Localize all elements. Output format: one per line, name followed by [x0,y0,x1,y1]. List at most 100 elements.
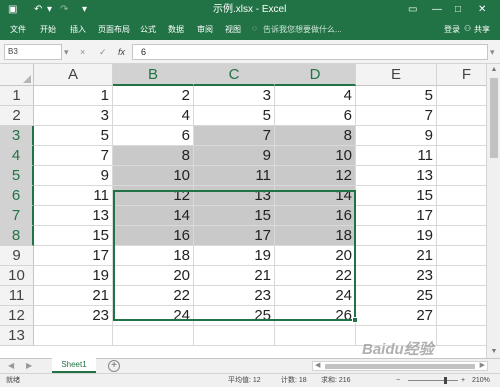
tab-insert[interactable]: 插入 [70,23,86,37]
cell-b7[interactable]: 14 [113,206,194,226]
cell-a10[interactable]: 19 [34,266,113,286]
cell-a11[interactable]: 21 [34,286,113,306]
row-header-8[interactable]: 8 [0,226,34,246]
row-header-11[interactable]: 11 [0,286,34,306]
cell-c3[interactable]: 7 [194,126,275,146]
horizontal-scrollbar[interactable]: ◀ ▶ [312,361,488,371]
share-button[interactable]: 共享 [474,23,490,37]
expand-formula-bar-icon[interactable]: ▾ [490,45,495,59]
cell-b5[interactable]: 10 [113,166,194,186]
fill-handle[interactable] [352,317,358,323]
cell-b13[interactable] [113,326,194,346]
cell-c6[interactable]: 13 [194,186,275,206]
cell-b10[interactable]: 20 [113,266,194,286]
cell-d12[interactable]: 26 [275,306,356,326]
zoom-slider-knob[interactable] [444,377,447,384]
cell-c13[interactable] [194,326,275,346]
column-header-a[interactable]: A [34,64,113,86]
name-box-dropdown-icon[interactable]: ▾ [64,45,69,59]
cell-b8[interactable]: 16 [113,226,194,246]
cell-c4[interactable]: 9 [194,146,275,166]
add-sheet-button[interactable]: + [108,360,120,372]
cell-b1[interactable]: 2 [113,86,194,106]
row-header-2[interactable]: 2 [0,106,34,126]
prev-sheet-icon[interactable]: ◀ [8,359,14,373]
vertical-scrollbar[interactable]: ▲ ▼ [486,64,500,358]
insert-function-icon[interactable]: fx [118,45,125,59]
ribbon-display-options-icon[interactable]: ▭ [408,3,417,17]
name-box[interactable]: B3 [4,44,62,60]
cell-a5[interactable]: 9 [34,166,113,186]
cell-b9[interactable]: 18 [113,246,194,266]
tab-home[interactable]: 开始 [40,23,56,37]
cell-c9[interactable]: 19 [194,246,275,266]
scroll-right-icon[interactable]: ▶ [480,360,485,372]
tab-data[interactable]: 数据 [168,23,184,37]
cell-e10[interactable]: 23 [356,266,437,286]
cell-d7[interactable]: 16 [275,206,356,226]
cell-c10[interactable]: 21 [194,266,275,286]
row-header-6[interactable]: 6 [0,186,34,206]
cell-e3[interactable]: 9 [356,126,437,146]
tab-review[interactable]: 审阅 [197,23,213,37]
column-header-b[interactable]: B [113,64,194,86]
column-header-d[interactable]: D [275,64,356,86]
column-header-c[interactable]: C [194,64,275,86]
cell-c1[interactable]: 3 [194,86,275,106]
cell-c12[interactable]: 25 [194,306,275,326]
scroll-left-icon[interactable]: ◀ [315,360,320,372]
cell-a3[interactable]: 5 [34,126,113,146]
cell-b11[interactable]: 22 [113,286,194,306]
scroll-down-icon[interactable]: ▼ [487,346,500,358]
formula-input[interactable]: 6 [132,44,488,60]
cell-e12[interactable]: 27 [356,306,437,326]
cell-e9[interactable]: 21 [356,246,437,266]
tab-formulas[interactable]: 公式 [140,23,156,37]
cell-e8[interactable]: 19 [356,226,437,246]
undo-icon[interactable]: ↶ [34,3,42,17]
cell-a4[interactable]: 7 [34,146,113,166]
cell-d13[interactable] [275,326,356,346]
cell-d3[interactable]: 8 [275,126,356,146]
quick-access-dropdown-icon[interactable]: ▾ [82,3,87,17]
column-header-e[interactable]: E [356,64,437,86]
cell-d1[interactable]: 4 [275,86,356,106]
close-icon[interactable]: ✕ [478,3,486,17]
row-header-5[interactable]: 5 [0,166,34,186]
tell-me-search[interactable]: 告诉我您想要做什么... [263,24,342,36]
cell-b2[interactable]: 4 [113,106,194,126]
cell-d6[interactable]: 14 [275,186,356,206]
cell-e2[interactable]: 7 [356,106,437,126]
cell-a2[interactable]: 3 [34,106,113,126]
cell-b3[interactable]: 6 [113,126,194,146]
enter-icon[interactable]: ✓ [99,45,107,59]
row-header-7[interactable]: 7 [0,206,34,226]
cancel-icon[interactable]: × [80,45,85,59]
cell-c7[interactable]: 15 [194,206,275,226]
undo-dropdown-icon[interactable]: ▾ [47,3,52,17]
zoom-slider[interactable] [408,380,458,381]
cell-d10[interactable]: 22 [275,266,356,286]
cell-d11[interactable]: 24 [275,286,356,306]
cell-e6[interactable]: 15 [356,186,437,206]
cell-b4[interactable]: 8 [113,146,194,166]
next-sheet-icon[interactable]: ▶ [26,359,32,373]
cell-d8[interactable]: 18 [275,226,356,246]
row-header-13[interactable]: 13 [0,326,34,346]
row-header-12[interactable]: 12 [0,306,34,326]
tab-file[interactable]: 文件 [10,23,26,37]
cell-a7[interactable]: 13 [34,206,113,226]
cell-a13[interactable] [34,326,113,346]
row-header-1[interactable]: 1 [0,86,34,106]
cell-a12[interactable]: 23 [34,306,113,326]
cell-c5[interactable]: 11 [194,166,275,186]
cell-a1[interactable]: 1 [34,86,113,106]
select-all-corner[interactable] [0,64,34,86]
sign-in-link[interactable]: 登录 [444,23,460,37]
cell-e1[interactable]: 5 [356,86,437,106]
cell-b12[interactable]: 24 [113,306,194,326]
row-header-4[interactable]: 4 [0,146,34,166]
cell-a8[interactable]: 15 [34,226,113,246]
zoom-in-icon[interactable]: + [461,375,465,387]
cell-c2[interactable]: 5 [194,106,275,126]
